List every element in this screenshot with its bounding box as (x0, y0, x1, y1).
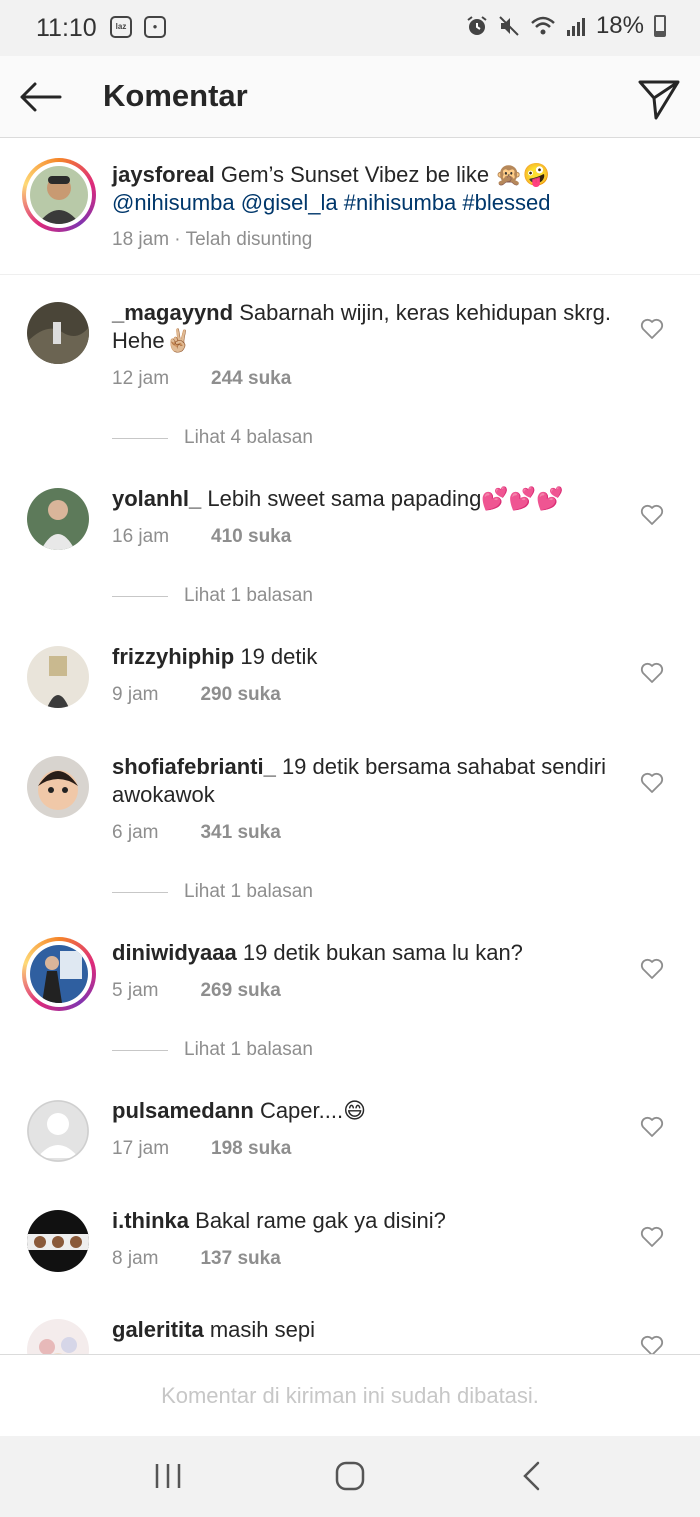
app-header: Komentar (0, 56, 700, 138)
paper-plane-icon[interactable] (634, 74, 682, 122)
system-nav-bar (0, 1436, 700, 1517)
comment-time: 8 jam (112, 1248, 159, 1269)
comment-time: 5 jam (112, 980, 159, 1001)
comment-text: pulsamedann Caper....😄 (112, 1097, 617, 1125)
avatar[interactable] (27, 488, 89, 550)
comment-likes[interactable]: 290 suka (200, 684, 280, 705)
comment-text: galeritita masih sepi (112, 1316, 617, 1344)
comment-likes[interactable]: 244 suka (211, 368, 291, 389)
status-icons: 18% (466, 12, 666, 40)
page-title: Komentar (103, 78, 248, 113)
avatar[interactable] (22, 158, 96, 232)
home-icon[interactable] (330, 1456, 370, 1496)
status-bar: 11:10 laz ● 18% (0, 0, 700, 56)
comment-meta: 17 jam 198 suka (112, 1138, 291, 1160)
chevron-left-icon[interactable] (512, 1456, 552, 1496)
view-replies-button[interactable]: Lihat 1 balasan (112, 1039, 313, 1061)
comment-meta: 8 jam 137 suka (112, 1248, 281, 1270)
comment-username[interactable]: _magayynd (112, 300, 233, 325)
caption-text: jaysforeal Gem’s Sunset Vibez be like 🙊🤪… (112, 161, 672, 217)
signal-icon (566, 18, 585, 36)
comment-username[interactable]: shofiafebrianti_ (112, 754, 276, 779)
arrow-left-icon[interactable] (18, 74, 64, 120)
battery-percent: 18% (595, 12, 644, 39)
wifi-icon (531, 16, 555, 35)
view-replies-button[interactable]: Lihat 1 balasan (112, 881, 313, 903)
comment-time: 12 jam (112, 368, 170, 389)
heart-outline-icon[interactable] (640, 662, 664, 684)
battery-icon (654, 15, 666, 37)
comment-meta: 5 jam 269 suka (112, 980, 281, 1002)
alarm-icon (467, 16, 487, 35)
heart-outline-icon[interactable] (640, 772, 664, 794)
comment-body: 19 detik (240, 644, 318, 669)
comment-username[interactable]: galeritita (112, 1317, 204, 1342)
status-time: 11:10 (36, 14, 97, 42)
comment-body: Lebih sweet sama papading💕💕💕 (207, 486, 564, 511)
heart-outline-icon[interactable] (640, 1226, 664, 1248)
heart-outline-icon[interactable] (640, 1116, 664, 1138)
view-replies-button[interactable]: Lihat 1 balasan (112, 585, 313, 607)
notification-app-icon: ● (144, 16, 166, 38)
avatar[interactable] (27, 1100, 89, 1162)
comment-username[interactable]: diniwidyaaa (112, 940, 237, 965)
comment-text: _magayynd Sabarnah wijin, keras kehidupa… (112, 299, 617, 355)
post-caption: jaysforeal Gem’s Sunset Vibez be like 🙊🤪… (0, 139, 700, 275)
replies-label: Lihat 1 balasan (184, 1039, 313, 1060)
comment-time: 9 jam (112, 684, 159, 705)
comment-username[interactable]: yolanhl_ (112, 486, 201, 511)
comment-text: yolanhl_ Lebih sweet sama papading💕💕💕 (112, 485, 617, 513)
comment-likes[interactable]: 198 suka (211, 1138, 291, 1159)
avatar[interactable] (27, 646, 89, 708)
heart-outline-icon[interactable] (640, 318, 664, 340)
comment-meta: 9 jam 290 suka (112, 684, 281, 706)
avatar[interactable] (22, 937, 96, 1011)
replies-label: Lihat 1 balasan (184, 881, 313, 902)
comment-body: Caper....😄 (259, 1098, 367, 1123)
heart-outline-icon[interactable] (640, 504, 664, 526)
comment-text: frizzyhiphip 19 detik (112, 643, 617, 671)
comment-meta: 16 jam 410 suka (112, 526, 291, 548)
avatar[interactable] (27, 756, 89, 818)
heart-outline-icon[interactable] (640, 958, 664, 980)
replies-label: Lihat 4 balasan (184, 427, 313, 448)
comment-text: i.thinka Bakal rame gak ya disini? (112, 1207, 617, 1235)
comment-likes[interactable]: 137 suka (200, 1248, 280, 1269)
comment-body: 19 detik bukan sama lu kan? (242, 940, 523, 965)
comment-time: 16 jam (112, 526, 170, 547)
caption-mentions[interactable]: @nihisumba @gisel_la #nihisumba #blessed (112, 190, 550, 215)
comment-text: shofiafebrianti_ 19 detik bersama sahaba… (112, 753, 617, 809)
view-replies-button[interactable]: Lihat 4 balasan (112, 427, 313, 449)
comment-body: Bakal rame gak ya disini? (195, 1208, 446, 1233)
comment-likes[interactable]: 410 suka (211, 526, 291, 547)
comment-likes[interactable]: 269 suka (200, 980, 280, 1001)
comment-username[interactable]: frizzyhiphip (112, 644, 234, 669)
comment-username[interactable]: i.thinka (112, 1208, 189, 1233)
caption-body: Gem’s Sunset Vibez be like 🙊🤪 (220, 162, 550, 187)
avatar[interactable] (27, 302, 89, 364)
comment-meta: 12 jam 244 suka (112, 368, 291, 390)
replies-label: Lihat 1 balasan (184, 585, 313, 606)
comment-likes[interactable]: 341 suka (200, 822, 280, 843)
lazada-icon: laz (110, 16, 132, 38)
comment-text: diniwidyaaa 19 detik bukan sama lu kan? (112, 939, 617, 967)
avatar[interactable] (27, 1210, 89, 1272)
comments-restricted-notice: Komentar di kiriman ini sudah dibatasi. (0, 1354, 700, 1436)
caption-username[interactable]: jaysforeal (112, 162, 215, 187)
comment-time: 17 jam (112, 1138, 170, 1159)
avatar-photo (30, 945, 88, 1003)
comment-body: masih sepi (209, 1317, 315, 1342)
mute-icon (499, 16, 519, 36)
comment-meta: 6 jam 341 suka (112, 822, 281, 844)
avatar-photo (30, 166, 88, 224)
caption-meta: 18 jam · Telah disunting (112, 229, 313, 250)
comment-time: 6 jam (112, 822, 159, 843)
recents-icon[interactable] (148, 1456, 188, 1496)
comment-username[interactable]: pulsamedann (112, 1098, 254, 1123)
